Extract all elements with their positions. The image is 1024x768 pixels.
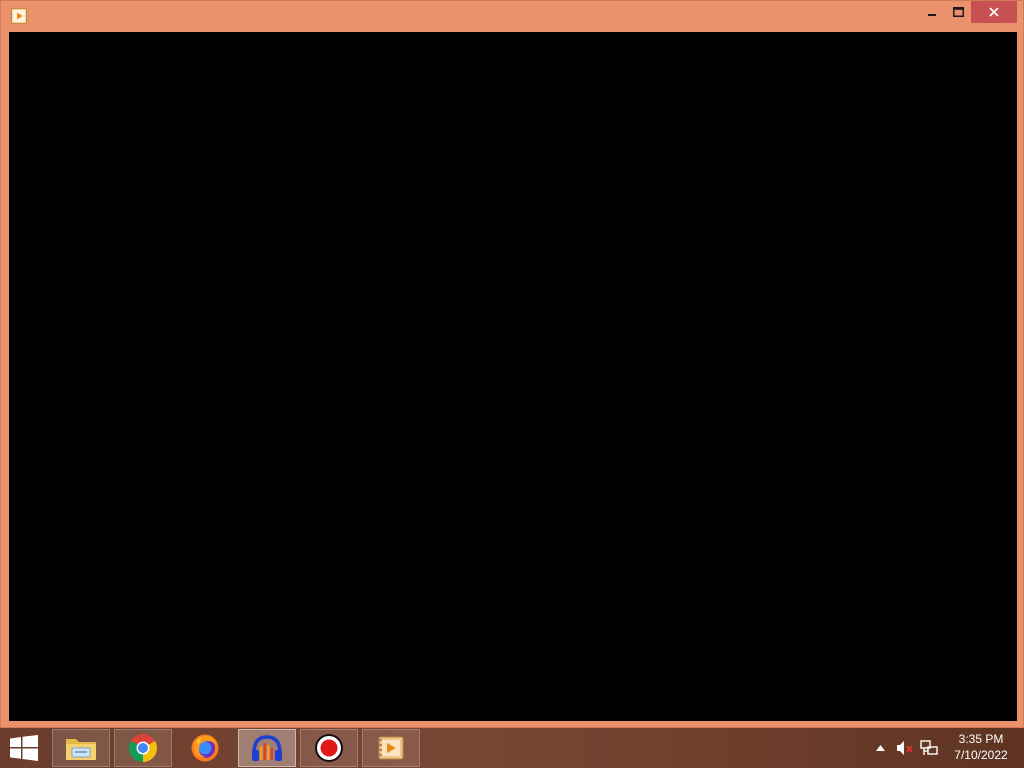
network-button[interactable]	[920, 739, 938, 757]
chevron-up-icon	[875, 745, 885, 751]
taskbar-screen-recorder[interactable]	[300, 729, 358, 767]
video-display-area[interactable]	[9, 32, 1017, 721]
show-hidden-icons-button[interactable]	[873, 741, 887, 755]
maximize-icon	[952, 7, 964, 17]
taskbar-file-explorer[interactable]	[52, 729, 110, 767]
headphones-icon	[252, 735, 282, 761]
title-bar[interactable]	[1, 1, 1023, 31]
folder-icon	[66, 739, 96, 760]
media-player-icon	[378, 736, 404, 760]
taskbar-audacity[interactable]	[238, 729, 296, 767]
volume-muted-icon	[897, 741, 913, 755]
start-button[interactable]	[0, 728, 48, 768]
clock-time: 3:35 PM	[958, 732, 1004, 746]
maximize-button[interactable]	[945, 1, 971, 23]
close-icon	[989, 7, 999, 17]
minimize-button[interactable]	[919, 1, 945, 23]
taskbar: 3:35 PM 7/10/2022	[0, 728, 1024, 768]
record-icon	[315, 734, 343, 762]
windows-logo-icon	[10, 735, 38, 761]
taskbar-firefox[interactable]	[176, 729, 234, 767]
network-icon	[920, 740, 938, 755]
clock-date: 7/10/2022	[954, 748, 1008, 762]
firefox-icon	[191, 734, 219, 762]
minimize-icon	[928, 14, 936, 16]
app-window	[0, 0, 1024, 728]
taskbar-media-player[interactable]	[362, 729, 420, 767]
chrome-icon	[129, 734, 157, 762]
media-player-icon[interactable]	[11, 8, 27, 24]
taskbar-google-chrome[interactable]	[114, 729, 172, 767]
system-clock[interactable]: 3:35 PM 7/10/2022	[946, 731, 1016, 765]
close-button[interactable]	[971, 1, 1017, 23]
volume-button[interactable]	[896, 739, 914, 757]
